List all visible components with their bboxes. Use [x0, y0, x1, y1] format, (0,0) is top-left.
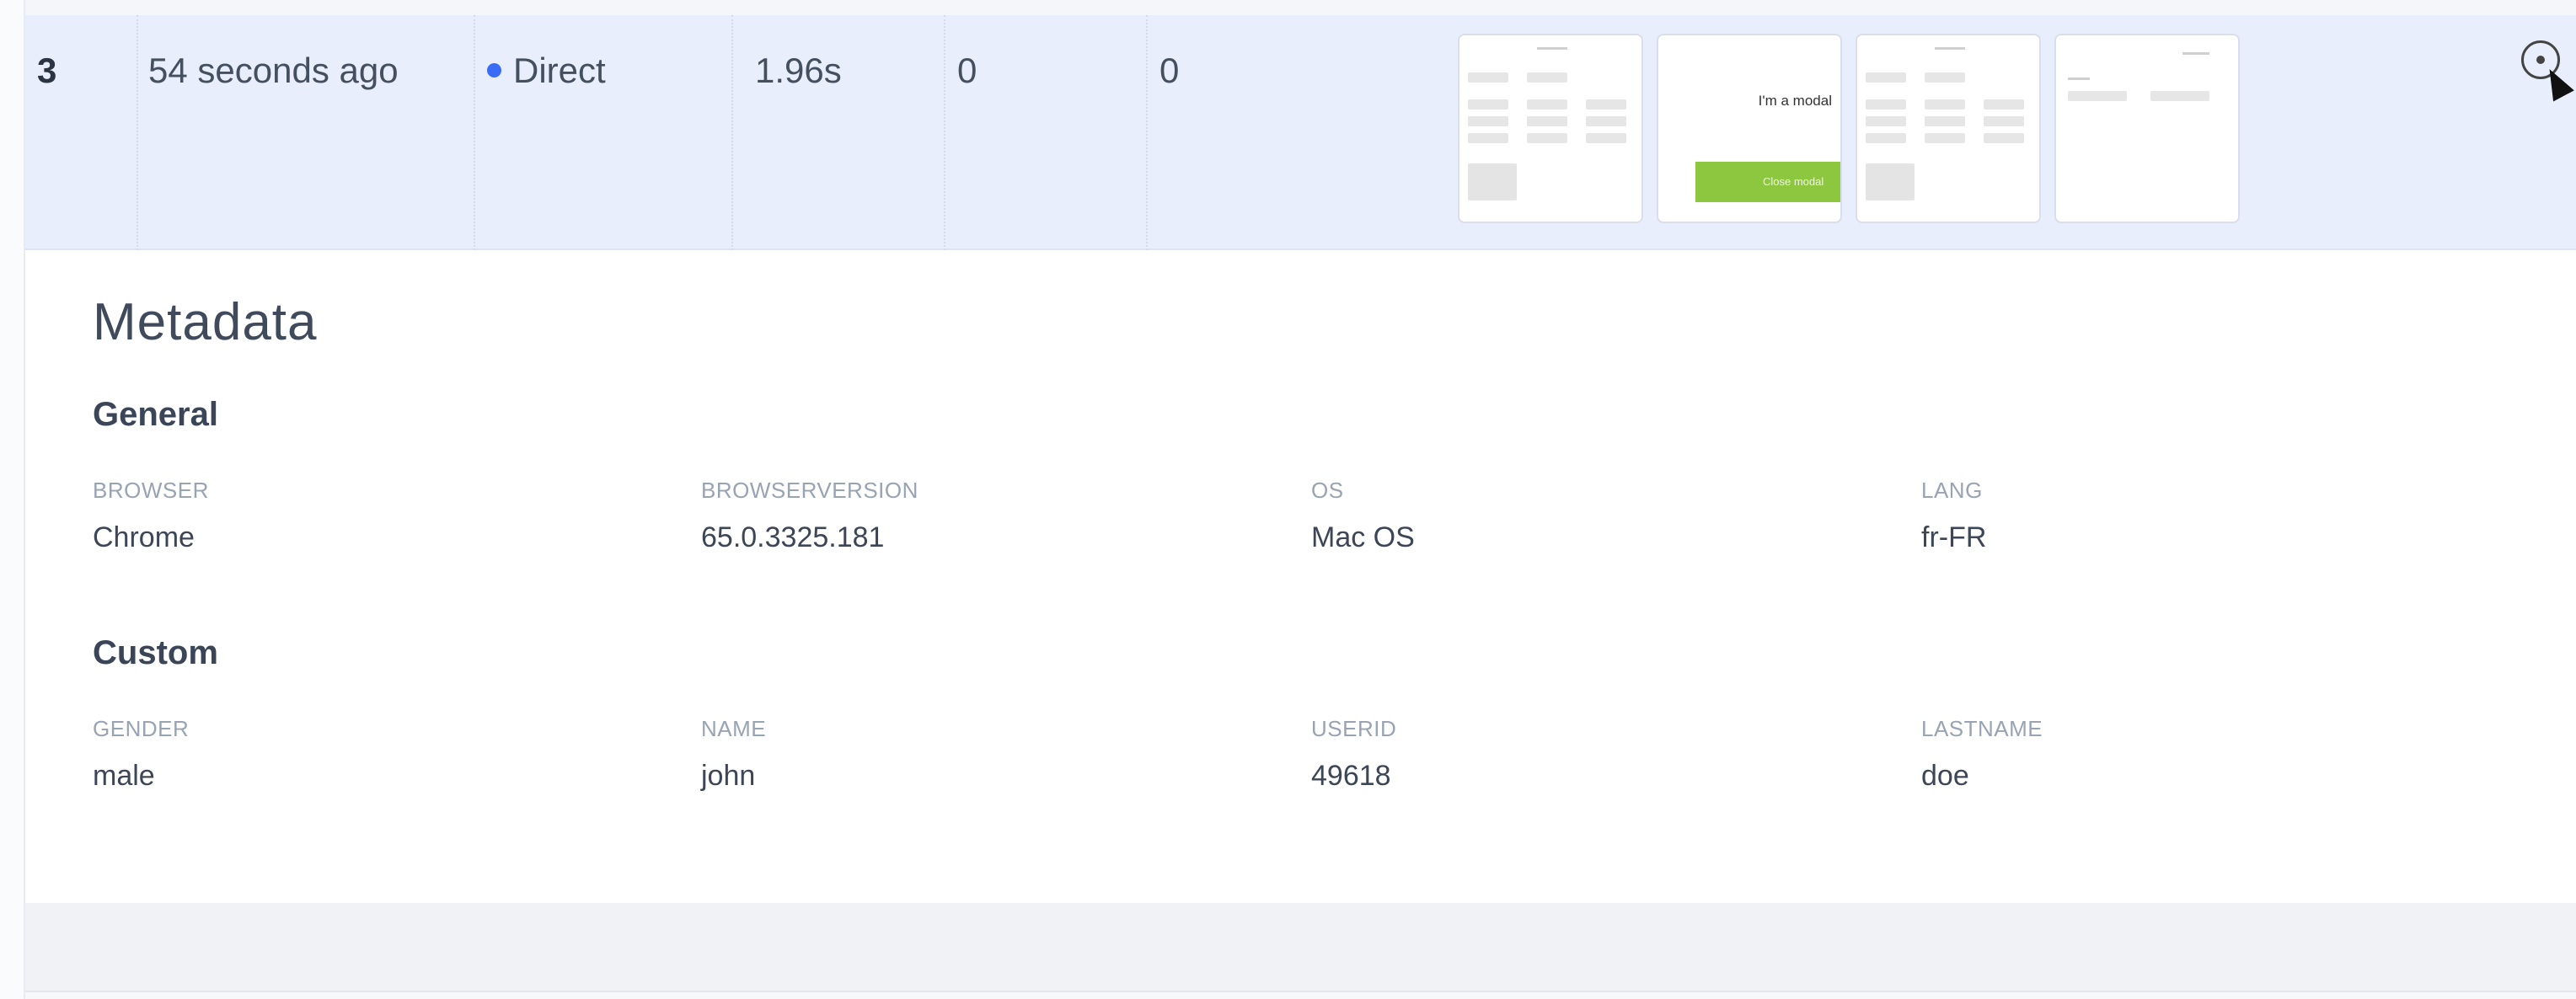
field-value-userid: 49618 [1311, 760, 1391, 792]
field-value-name: john [701, 760, 756, 792]
column-separator [137, 15, 138, 250]
field-key-lang: LANG [1921, 478, 1983, 503]
field-key-browser: BROWSER [93, 478, 209, 503]
column-separator [731, 15, 733, 250]
screenshot-thumbnail[interactable] [1856, 34, 2041, 223]
screenshot-thumbnail[interactable] [1458, 34, 1643, 223]
field-key-userid: USERID [1311, 716, 1397, 741]
session-count-b: 0 [1159, 51, 1180, 90]
metadata-panel: Metadata General BROWSER Chrome BROWSERV… [25, 250, 2576, 903]
session-time: 54 seconds ago [148, 51, 399, 90]
source-dot-icon [487, 63, 501, 77]
custom-section-title: Custom [93, 634, 218, 671]
thumbnail-modal-button-label: Close modal [1763, 175, 1824, 188]
general-section-title: General [93, 396, 218, 433]
session-view: 3 54 seconds ago Direct 1.96s 0 0 I'm a … [0, 0, 2576, 999]
session-index: 3 [37, 51, 57, 90]
divider [25, 991, 2576, 992]
field-value-lastname: doe [1921, 760, 1969, 792]
thumbnail-modal-button: Close modal [1695, 162, 1840, 202]
session-count-a: 0 [957, 51, 977, 90]
session-source-label: Direct [513, 51, 606, 90]
column-separator [1146, 15, 1148, 250]
column-separator [474, 15, 475, 250]
column-separator [944, 15, 945, 250]
session-duration: 1.96s [755, 51, 842, 90]
field-key-os: OS [1311, 478, 1344, 503]
field-key-lastname: LASTNAME [1921, 716, 2043, 741]
field-key-name: NAME [701, 716, 767, 741]
left-border [0, 0, 25, 999]
field-value-browserversion: 65.0.3325.181 [701, 521, 885, 553]
session-source: Direct [487, 49, 606, 93]
top-band [25, 0, 2576, 15]
field-value-os: Mac OS [1311, 521, 1415, 553]
screenshot-thumbnail[interactable] [2054, 34, 2240, 223]
screenshot-thumbnail[interactable]: I'm a modal Close modal [1657, 34, 1842, 223]
field-key-browserversion: BROWSERVERSION [701, 478, 918, 503]
thumbnail-modal-text: I'm a modal [1758, 93, 1832, 109]
session-row[interactable]: 3 54 seconds ago Direct 1.96s 0 0 I'm a … [25, 15, 2576, 250]
field-value-gender: male [93, 760, 155, 792]
metadata-title: Metadata [93, 293, 318, 351]
field-value-lang: fr-FR [1921, 521, 1987, 553]
field-value-browser: Chrome [93, 521, 195, 553]
next-session-row[interactable] [25, 903, 2576, 991]
field-key-gender: GENDER [93, 716, 190, 741]
